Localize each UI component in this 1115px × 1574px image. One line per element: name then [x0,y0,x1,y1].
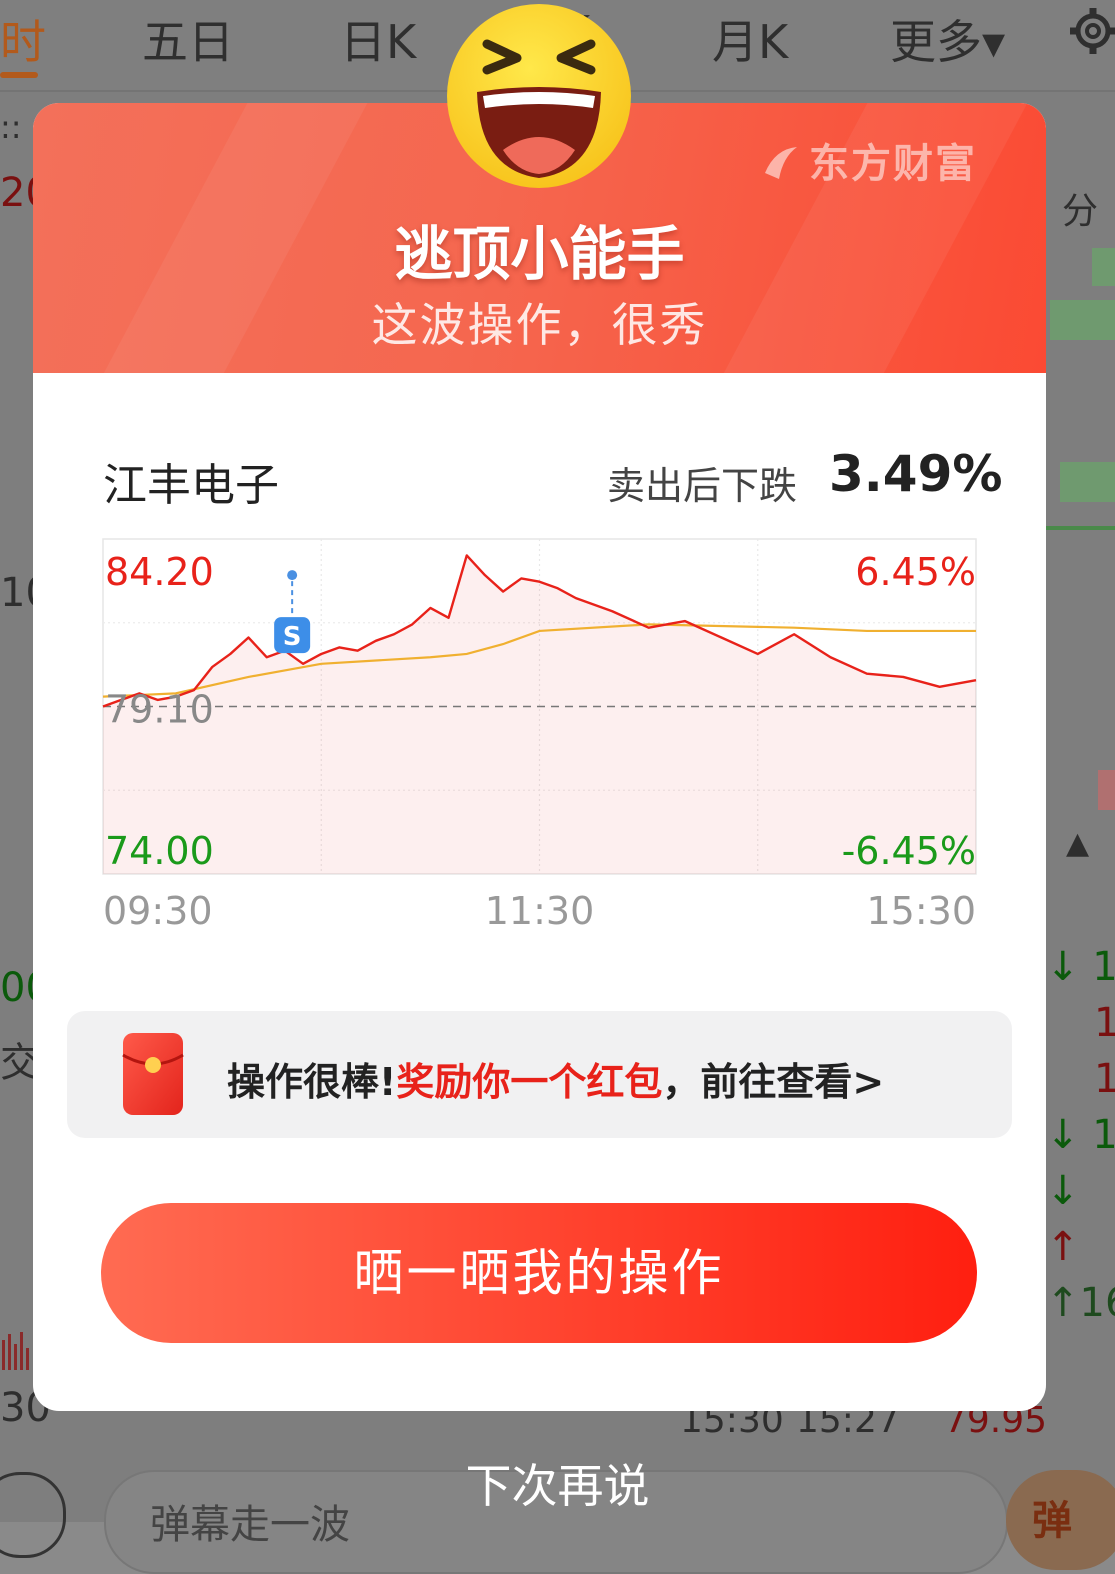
x-tick-label: 15:30 [866,889,976,933]
bg-label-dots: :: [0,108,22,146]
laughing-emoji-icon [447,4,631,188]
y-label-low: 74.00 [105,829,214,873]
y-label-prev-close: 79.10 [105,688,214,732]
bg-divider [1046,526,1115,530]
y-label-high-pct: 6.45% [855,550,976,594]
tab-five-day[interactable]: 五日 [142,6,234,72]
bg-volume-bars [2,1332,29,1370]
reward-banner[interactable]: 操作很棒!奖励你一个红包，前往查看> [67,1011,1012,1138]
gear-icon[interactable] [1068,6,1115,56]
bg-tick-row: ↑ [1046,1224,1080,1270]
dismiss-link[interactable]: 下次再说 [0,1450,1115,1516]
share-operation-button[interactable]: 晒一晒我的操作 [101,1203,977,1343]
bg-depth-bar [1098,770,1115,810]
bg-fragment-right-fen: 分 [1062,191,1099,232]
bg-tick-row: ↓ 1 [1046,1112,1115,1158]
bg-depth-bar [1092,248,1115,286]
bg-tick-row: ↓ [1046,1168,1080,1214]
tab-daily-k[interactable]: 日K [340,6,416,72]
y-label-high: 84.20 [105,550,214,594]
x-tick-label: 11:30 [485,889,595,933]
collapse-up-icon[interactable]: ▲ [1066,826,1089,861]
active-tab-indicator [0,72,38,78]
y-label-low-pct: -6.45% [842,829,976,873]
bg-tick-row: 1 [1094,1056,1115,1102]
sell-marker-label: S [283,622,302,652]
bg-depth-bar [1050,300,1115,340]
reward-prefix: 操作很棒! [227,1060,397,1104]
x-tick-label: 09:30 [103,889,213,933]
tab-more[interactable]: 更多▾ [890,6,1005,72]
reward-text[interactable]: 操作很棒!奖励你一个红包，前往查看> [227,1051,884,1106]
bg-tick-row: ↑16 [1046,1280,1115,1326]
tab-monthly-k[interactable]: 月K [712,6,788,72]
reward-highlight: 奖励你一个红包 [396,1060,663,1104]
reward-link[interactable]: ，前往查看> [662,1060,884,1104]
bg-depth-bar [1060,462,1115,502]
bg-tick-row: 1 [1094,1000,1115,1046]
sell-point-dot [287,570,298,581]
bg-tick-row: ↓ 1 [1046,944,1115,990]
red-envelope-icon [122,1033,184,1115]
tab-intraday[interactable]: 时 [0,6,46,72]
intraday-chart: S 84.20 79.10 74.00 6.45% -6.45% 09:30 11:30 15:… [102,538,977,933]
achievement-dialog: 东方财富 逃顶小能手 这波操作，很秀 江丰电子 卖出后下跌 3.49% S 84.… [33,103,1046,1411]
